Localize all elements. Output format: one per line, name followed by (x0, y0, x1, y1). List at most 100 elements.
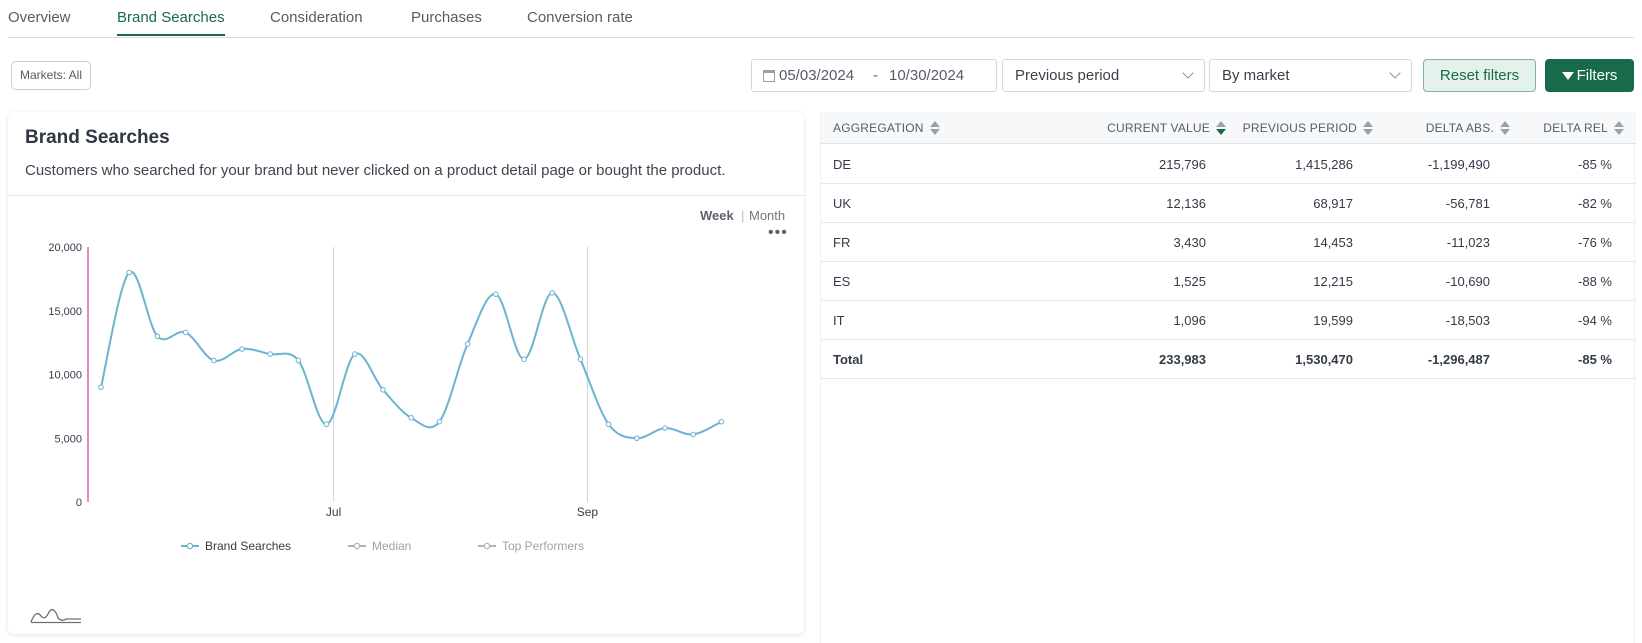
table-header: AGGREGATION CURRENT VALUE PREVIOUS PERIO… (821, 112, 1636, 144)
column-header-delta-rel[interactable]: DELTA REL (1543, 121, 1624, 135)
cell-delta-rel: -82 % (1578, 196, 1612, 211)
cell-current-value: 12,136 (1166, 196, 1206, 211)
date-end: 10/30/2024 (889, 67, 965, 84)
cell-delta-rel: -88 % (1578, 274, 1612, 289)
data-point (126, 269, 132, 276)
table-row[interactable]: ES 1,525 12,215 -10,690 -88 % (821, 262, 1636, 301)
legend-marker-dot (353, 542, 361, 550)
column-header-current-value[interactable]: CURRENT VALUE (1107, 121, 1226, 135)
table-row[interactable]: DE 215,796 1,415,286 -1,199,490 -85 % (821, 145, 1636, 184)
tab-overview[interactable]: Overview (8, 9, 71, 34)
data-point (577, 356, 584, 362)
markets-filter-chip[interactable]: Markets: All (11, 61, 92, 90)
column-header-aggregation[interactable]: AGGREGATION (833, 121, 940, 135)
cell-aggregation: DE (833, 157, 852, 172)
data-point (605, 421, 612, 428)
y-tick-label: 20,000 (48, 242, 82, 254)
data-point (239, 346, 245, 352)
data-point (182, 329, 189, 336)
cell-delta-rel: -85 % (1578, 157, 1612, 172)
brand-searches-card: Brand Searches Customers who searched fo… (8, 112, 804, 634)
data-point (634, 435, 640, 442)
legend-marker-dot (483, 542, 491, 550)
grouping-select-value: By market (1222, 67, 1290, 84)
table-row[interactable]: UK 12,136 68,917 -56,781 -82 % (821, 184, 1636, 223)
data-point (98, 384, 104, 391)
x-tick-label: Jul (326, 505, 341, 519)
data-point (549, 290, 556, 296)
cell-delta-rel: -76 % (1578, 235, 1612, 250)
cell-aggregation: FR (833, 235, 851, 250)
cell-aggregation: ES (833, 274, 851, 289)
data-point (436, 418, 443, 425)
cell-previous-period: 1,415,286 (1295, 157, 1353, 172)
data-point (408, 415, 415, 421)
y-tick-label: 10,000 (48, 370, 82, 382)
column-header-delta-rel-label: DELTA REL (1543, 121, 1608, 135)
market-table: AGGREGATION CURRENT VALUE PREVIOUS PERIO… (820, 112, 1636, 643)
chevron-down-icon (1182, 67, 1194, 79)
data-point (690, 431, 697, 438)
data-point (352, 351, 358, 357)
data-point (211, 357, 217, 364)
funnel-icon (1561, 72, 1574, 80)
comparison-select[interactable]: Previous period (1002, 59, 1205, 92)
chevron-down-icon (1389, 67, 1401, 79)
data-point (464, 341, 471, 347)
data-point (493, 291, 499, 297)
cell-delta-abs: -18,503 (1445, 313, 1490, 328)
legend-marker-dot (186, 542, 194, 550)
sort-icon (1363, 121, 1373, 135)
legend-label: Top Performers (502, 539, 584, 553)
tab-consideration[interactable]: Consideration (270, 9, 363, 34)
y-tick-label: 15,000 (48, 306, 82, 318)
sort-icon (929, 121, 940, 135)
reset-filters-button[interactable]: Reset filters (1423, 59, 1536, 92)
cell-aggregation: IT (833, 313, 845, 328)
data-point (323, 421, 330, 428)
cell-delta-abs: -10,690 (1445, 274, 1490, 289)
column-header-aggregation-label: AGGREGATION (833, 121, 924, 135)
grouping-select[interactable]: By market (1209, 59, 1412, 92)
sort-icon (1500, 121, 1510, 135)
chart-distribution-icon[interactable] (30, 606, 82, 624)
tab-brand-searches[interactable]: Brand Searches (117, 9, 225, 36)
cell-previous-period: 68,917 (1313, 196, 1353, 211)
date-range-picker[interactable]: 05/03/2024 - 10/30/2024 (751, 59, 997, 92)
cell-previous-period: 14,453 (1313, 235, 1353, 250)
brand-searches-chart: 20,000 15,000 10,000 5,000 0 Jul Sep Brand Sear… (48, 242, 725, 553)
data-point (380, 387, 386, 393)
data-point (662, 425, 668, 431)
cell-current-value: 215,796 (1159, 157, 1206, 172)
filters-button[interactable]: Filters (1545, 59, 1634, 92)
column-header-previous-period-label: PREVIOUS PERIOD (1242, 121, 1357, 135)
cell-previous-period: 12,215 (1313, 274, 1353, 289)
legend-label: Median (372, 539, 411, 553)
y-tick-label: 5,000 (54, 433, 82, 445)
tab-conversion-rate[interactable]: Conversion rate (527, 9, 633, 34)
date-start: 05/03/2024 (779, 67, 855, 84)
tab-bar: Overview Brand Searches Consideration Pu… (8, 0, 1634, 38)
cell-delta-abs: -1,199,490 (1427, 157, 1490, 172)
table-row[interactable]: IT 1,096 19,599 -18,503 -94 % (821, 301, 1636, 340)
x-tick-label: Sep (577, 505, 599, 519)
column-header-previous-period[interactable]: PREVIOUS PERIOD (1243, 121, 1373, 135)
cell-current-value: 3,430 (1173, 235, 1206, 250)
column-header-delta-abs[interactable]: DELTA ABS. (1426, 121, 1510, 135)
filters-button-label: Filters (1576, 67, 1618, 84)
y-tick-label: 0 (76, 497, 82, 509)
date-separator: - (873, 67, 878, 84)
cell-delta-abs: -1,296,487 (1427, 352, 1490, 367)
column-header-delta-abs-label: DELTA ABS. (1425, 121, 1494, 135)
cell-current-value: 1,525 (1173, 274, 1206, 289)
tab-purchases[interactable]: Purchases (411, 9, 482, 34)
comparison-select-value: Previous period (1015, 67, 1120, 84)
cell-previous-period: 19,599 (1313, 313, 1353, 328)
data-point (718, 418, 725, 425)
data-point (295, 357, 302, 364)
sort-icon (1614, 121, 1624, 135)
column-header-current-value-label: CURRENT VALUE (1107, 121, 1210, 135)
table-row[interactable]: FR 3,430 14,453 -11,023 -76 % (821, 223, 1636, 262)
cell-aggregation: UK (833, 196, 852, 211)
data-point (154, 333, 161, 340)
